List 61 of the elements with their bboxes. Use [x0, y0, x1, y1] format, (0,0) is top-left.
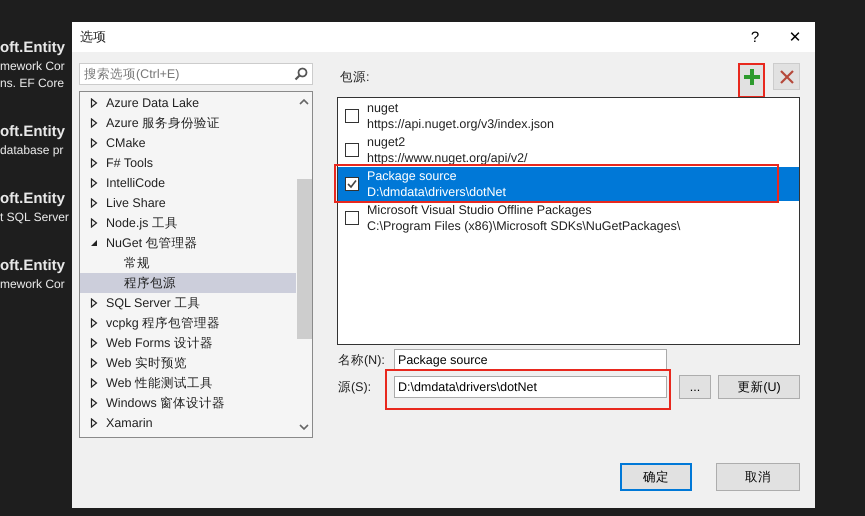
source-label: 源(S): [337, 378, 372, 396]
source-item[interactable]: nuget2 https://www.nuget.org/api/v2/ [338, 133, 799, 167]
tree-item[interactable]: NuGet 包管理器 [80, 233, 296, 253]
package-title: oft.Entity [0, 256, 65, 276]
tree-item[interactable]: CMake [80, 133, 296, 153]
tree-item[interactable]: vcpkg 程序包管理器 [80, 313, 296, 333]
search-icon [294, 67, 308, 81]
tree-item[interactable]: Node.js 工具 [80, 213, 296, 233]
package-description: ns. EF Core [0, 75, 64, 92]
source-name: Package source [367, 168, 458, 184]
update-button[interactable]: 更新(U) [718, 375, 800, 399]
tree-item[interactable]: 常规 [80, 253, 296, 273]
ok-button[interactable]: 确定 [620, 463, 692, 491]
tree-item[interactable]: F# Tools [80, 153, 296, 173]
name-field[interactable]: Package source [394, 349, 667, 371]
close-button[interactable]: ✕ [775, 22, 815, 52]
tree-item[interactable]: Web 实时预览 [80, 353, 296, 373]
tree-item[interactable]: Live Share [80, 193, 296, 213]
tree-item[interactable]: Azure Data Lake [80, 93, 296, 113]
tree-item[interactable]: Web 性能测试工具 [80, 373, 296, 393]
help-button[interactable]: ? [735, 22, 775, 52]
plus-icon [744, 69, 760, 85]
checkbox[interactable] [345, 177, 359, 191]
tree-item[interactable]: SQL Server 工具 [80, 293, 296, 313]
source-url: https://www.nuget.org/api/v2/ [367, 150, 528, 166]
package-description: mework Cor [0, 276, 65, 293]
package-title: oft.Entity [0, 189, 65, 209]
package-description: database pr [0, 142, 64, 159]
window-title: 选项 [80, 28, 106, 46]
checkbox[interactable] [345, 143, 359, 157]
tree-item[interactable]: IntelliCode [80, 173, 296, 193]
source-url: C:\Program Files (x86)\Microsoft SDKs\NuGetPackages\ [367, 218, 680, 234]
browse-button[interactable]: ... [679, 375, 711, 399]
source-name: nuget [367, 100, 400, 116]
source-item[interactable]: Microsoft Visual Studio Offline Packages C:\Program Files (x86)\Microsoft SDKs\NuGetPackages\ [338, 201, 799, 235]
tree-item[interactable]: Azure 服务身份验证 [80, 113, 296, 133]
tree-item[interactable]: 程序包源 [80, 273, 296, 293]
source-field[interactable]: D:\dmdata\drivers\dotNet [394, 376, 667, 398]
checkbox[interactable] [345, 211, 359, 225]
scroll-down-icon [299, 424, 309, 431]
add-button[interactable] [738, 63, 765, 98]
remove-icon [778, 68, 794, 84]
expanded-icon [90, 239, 98, 247]
cancel-button[interactable]: 取消 [716, 463, 800, 491]
source-name: Microsoft Visual Studio Offline Packages [367, 202, 593, 218]
search-field[interactable]: 搜索选项(Ctrl+E) [79, 63, 313, 85]
name-label: 名称(N): [337, 352, 386, 368]
package-description: t SQL Server [0, 209, 69, 226]
source-name: nuget2 [367, 134, 406, 150]
tree-item[interactable]: Web Forms 设计器 [80, 333, 296, 353]
checkbox[interactable] [345, 109, 359, 123]
remove-button[interactable] [773, 63, 800, 90]
package-description: mework Cor [0, 58, 65, 75]
tree-item[interactable]: Xamarin [80, 413, 296, 433]
source-url: https://api.nuget.org/v3/index.json [367, 116, 554, 132]
scroll-up-icon [299, 98, 309, 105]
source-url: D:\dmdata\drivers\dotNet [367, 184, 506, 200]
sources-label: 包源: [340, 69, 370, 86]
tree-item[interactable]: Windows 窗体设计器 [80, 393, 296, 413]
package-title: oft.Entity [0, 122, 65, 142]
package-title: oft.Entity [0, 38, 65, 58]
